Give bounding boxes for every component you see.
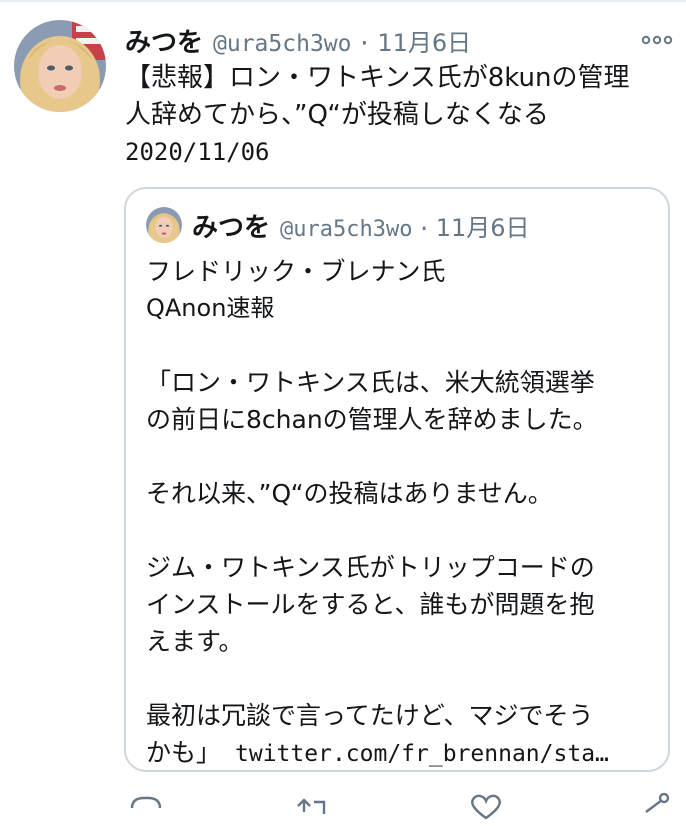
tweet-text-line: 人辞めてから、”Q“が投稿しなくなる [125, 100, 549, 130]
quoted-blank-line [146, 660, 656, 697]
quoted-line: 最初は冗談で言ってたけど、マジでそう [146, 701, 594, 730]
quoted-avatar [146, 207, 182, 243]
quoted-line: インストールをすると、誰もが問題を抱 [146, 590, 595, 619]
author-name[interactable]: みつを [125, 22, 203, 59]
quoted-line: フレドリック・ブレナン氏 [146, 257, 446, 286]
author-handle[interactable]: @ura5ch3wo [213, 31, 351, 57]
quoted-blank-line [146, 438, 656, 475]
quoted-author-name: みつを [192, 213, 271, 243]
quoted-blank-line [146, 512, 656, 549]
quoted-line: それ以来、”Q“の投稿はありません。 [146, 479, 553, 508]
quoted-header: みつを @ura5ch3wo · 11月6日 [192, 207, 530, 244]
quoted-blank-line [146, 327, 656, 364]
quoted-line: ジム・ワトキンス氏がトリップコードの [146, 553, 595, 582]
quoted-tweet-card[interactable]: みつを @ura5ch3wo · 11月6日 フレドリック・ブレナン氏 QAno… [124, 187, 670, 772]
quoted-line: QAnon速報 [146, 294, 275, 322]
quoted-author-handle: @ura5ch3wo [280, 217, 413, 242]
quoted-separator: · [417, 217, 431, 242]
tweet-date[interactable]: 11月6日 [377, 23, 471, 58]
quoted-last-line-text: かも」 [146, 738, 222, 767]
quoted-last-line: かも」 twitter.com/fr_brennan/sta… [146, 734, 656, 773]
heart-icon[interactable] [466, 792, 506, 822]
tweet-text: 【悲報】ロン・ワトキンス氏が8kunの管理 人辞めてから、”Q“が投稿しなくなる… [125, 60, 670, 171]
header-separator: · [357, 31, 372, 57]
tweet-text-date: 2020/11/06 [125, 138, 270, 166]
share-icon[interactable] [636, 792, 676, 822]
tweet-text-line: 【悲報】ロン・ワトキンス氏が8kunの管理 [125, 63, 630, 93]
more-dots-icon[interactable] [640, 26, 674, 52]
top-divider [0, 0, 686, 2]
quoted-line: えます。 [146, 627, 244, 656]
quoted-body: フレドリック・ブレナン氏 QAnon速報 「ロン・ワトキンス氏は、米大統領選挙 … [146, 253, 656, 773]
quoted-link[interactable]: twitter.com/fr_brennan/sta… [235, 741, 609, 767]
avatar[interactable] [14, 20, 106, 112]
action-bar [0, 792, 686, 820]
reply-icon[interactable] [126, 792, 166, 822]
quoted-line: の前日に8chanの管理人を辞めました。 [146, 405, 598, 434]
retweet-icon[interactable] [294, 792, 334, 822]
quoted-date: 11月6日 [435, 214, 530, 242]
quoted-line: 「ロン・ワトキンス氏は、米大統領選挙 [146, 368, 595, 397]
tweet-header: みつを @ura5ch3wo · 11月6日 [125, 22, 471, 58]
